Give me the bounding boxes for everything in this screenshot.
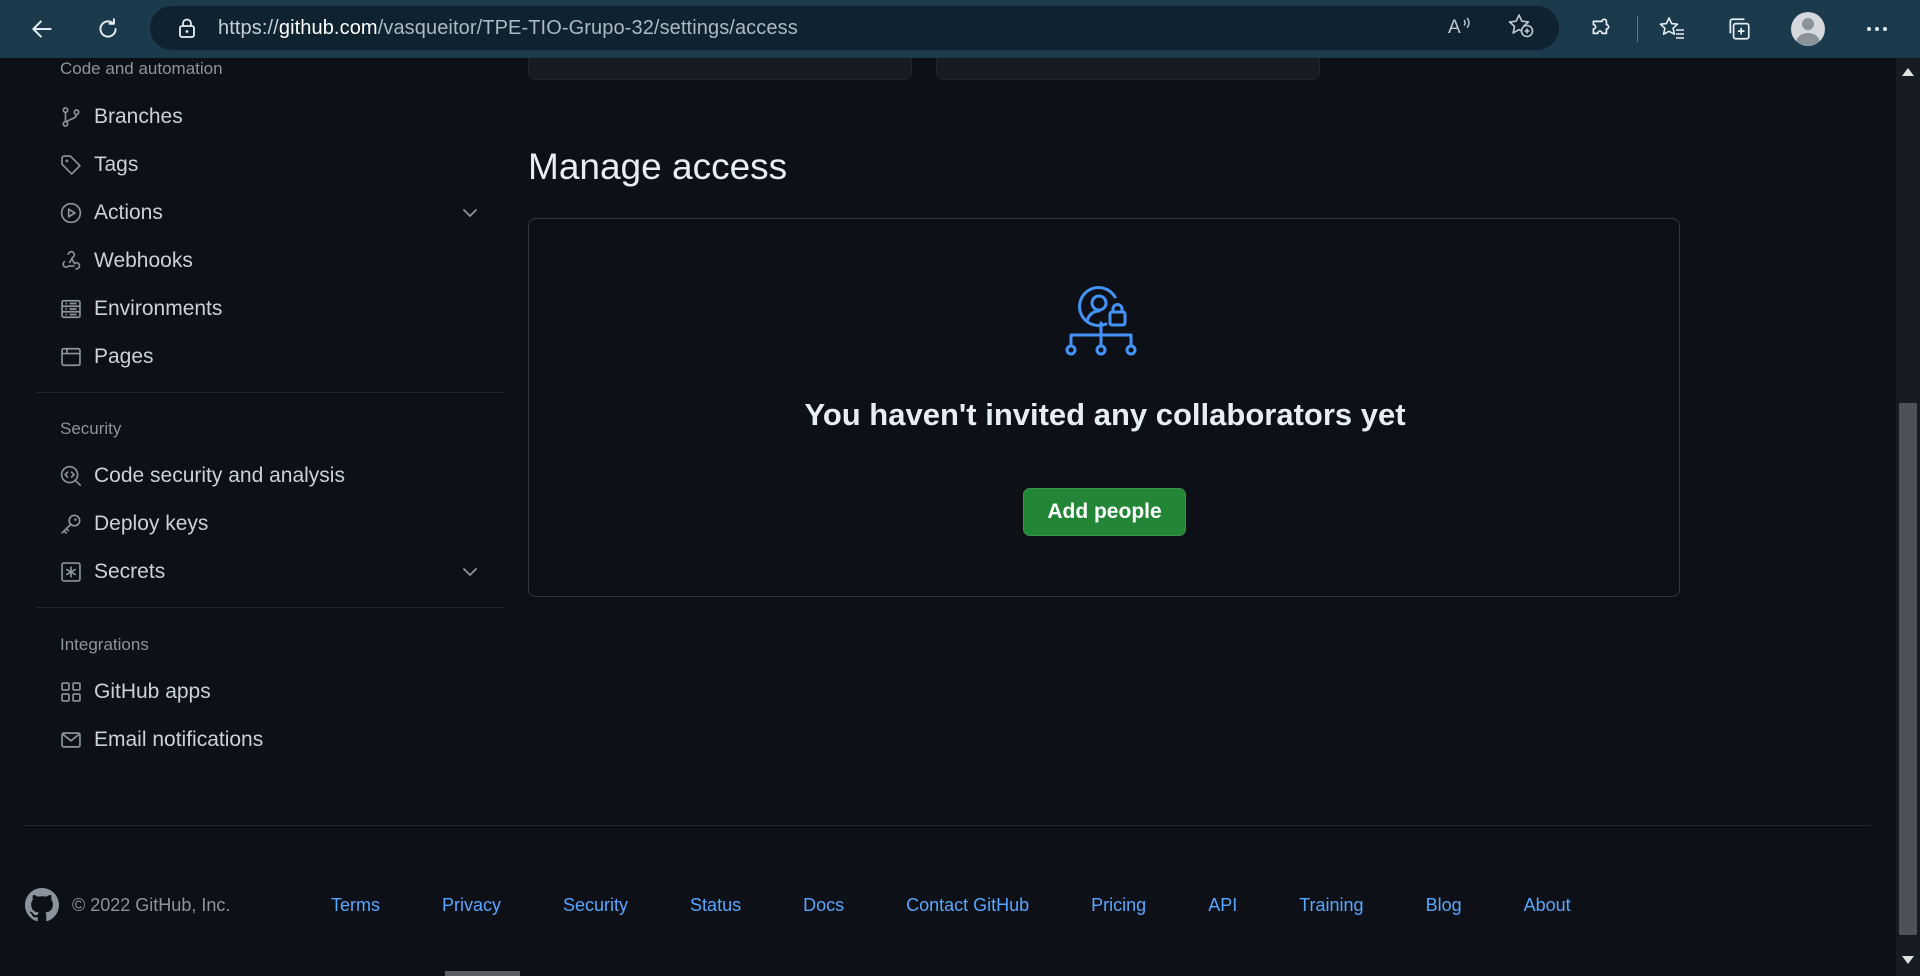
sidebar-item-label: Environments xyxy=(94,297,223,320)
footer-link-pricing[interactable]: Pricing xyxy=(1091,895,1146,916)
sidebar-item-label: Email notifications xyxy=(94,728,264,751)
toolbar-separator xyxy=(1637,16,1638,42)
github-logo-icon[interactable] xyxy=(24,887,60,923)
webhook-icon xyxy=(58,248,84,274)
footer-link-status[interactable]: Status xyxy=(690,895,741,916)
svg-text:A: A xyxy=(1448,17,1461,38)
footer-link-security[interactable]: Security xyxy=(563,895,628,916)
url-text[interactable]: https://github.com/vasqueitor/TPE-TIO-Gr… xyxy=(218,17,798,40)
footer-link-privacy[interactable]: Privacy xyxy=(442,895,501,916)
play-icon xyxy=(58,200,84,226)
horizontal-scrollbar-thumb[interactable] xyxy=(445,971,520,976)
sidebar-item-label: Code security and analysis xyxy=(94,464,345,487)
server-icon xyxy=(58,296,84,322)
sidebar-item-label: Actions xyxy=(94,201,163,224)
sidebar-item-pages[interactable]: Pages xyxy=(58,337,504,377)
chevron-down-icon[interactable] xyxy=(458,201,482,225)
url-path: /vasqueitor/TPE-TIO-Grupo-32/settings/ac… xyxy=(377,16,798,39)
section-title-security: Security xyxy=(60,419,122,438)
add-favorite-icon[interactable] xyxy=(1507,13,1535,44)
sidebar-item-branches[interactable]: Branches xyxy=(58,97,504,137)
scrollbar-thumb[interactable] xyxy=(1899,403,1917,935)
refresh-icon[interactable] xyxy=(88,9,128,49)
footer-link-blog[interactable]: Blog xyxy=(1426,895,1462,916)
back-arrow-icon[interactable] xyxy=(22,9,62,49)
sidebar-item-label: Branches xyxy=(94,105,183,128)
footer-link-contact[interactable]: Contact GitHub xyxy=(906,895,1029,916)
footer-link-training[interactable]: Training xyxy=(1299,895,1363,916)
sidebar-divider xyxy=(36,392,504,393)
empty-state-message: You haven't invited any collaborators ye… xyxy=(804,397,1406,432)
add-people-button[interactable]: Add people xyxy=(1023,488,1186,536)
footer-links: Terms Privacy Security Status Docs Conta… xyxy=(331,882,1571,928)
sidebar-item-label: Pages xyxy=(94,345,154,368)
copyright-text: © 2022 GitHub, Inc. xyxy=(72,894,231,915)
url-scheme: https:// xyxy=(218,16,279,39)
address-bar[interactable]: https://github.com/vasqueitor/TPE-TIO-Gr… xyxy=(150,6,1559,50)
page-title: Manage access xyxy=(528,146,788,187)
footer: © 2022 GitHub, Inc. Terms Privacy Securi… xyxy=(24,882,1824,928)
sidebar-item-label: Secrets xyxy=(94,560,166,583)
extensions-icon[interactable] xyxy=(1581,9,1621,49)
footer-link-docs[interactable]: Docs xyxy=(803,895,844,916)
sidebar-item-tags[interactable]: Tags xyxy=(58,145,504,185)
profile-avatar[interactable] xyxy=(1788,9,1828,49)
sidebar-item-actions[interactable]: Actions xyxy=(58,193,504,233)
footer-link-api[interactable]: API xyxy=(1208,895,1237,916)
mail-icon xyxy=(58,727,84,753)
git-branch-icon xyxy=(58,104,84,130)
collections-icon[interactable] xyxy=(1719,9,1759,49)
sidebar-item-label: Deploy keys xyxy=(94,512,209,535)
section-title-code-automation: Code and automation xyxy=(60,59,223,78)
access-lock-icon xyxy=(1063,283,1147,365)
sidebar-item-code-security[interactable]: Code security and analysis xyxy=(58,456,504,496)
scroll-down-arrow-icon[interactable] xyxy=(1902,956,1914,964)
asterisk-icon xyxy=(58,559,84,585)
sidebar-divider xyxy=(36,607,504,608)
footer-link-about[interactable]: About xyxy=(1524,895,1571,916)
codescan-icon xyxy=(58,463,84,489)
visibility-card xyxy=(936,58,1320,80)
vertical-scrollbar[interactable] xyxy=(1896,58,1920,976)
browser-toolbar: https://github.com/vasqueitor/TPE-TIO-Gr… xyxy=(0,0,1920,58)
chevron-down-icon[interactable] xyxy=(458,560,482,584)
sidebar-item-email-notifications[interactable]: Email notifications xyxy=(58,720,504,760)
favorites-icon[interactable] xyxy=(1652,9,1692,49)
browser-icon xyxy=(58,344,84,370)
section-title-integrations: Integrations xyxy=(60,635,149,654)
avatar xyxy=(1791,12,1825,46)
sidebar-item-label: Tags xyxy=(94,153,139,176)
more-options-icon[interactable] xyxy=(1857,9,1897,49)
footer-link-terms[interactable]: Terms xyxy=(331,895,380,916)
scroll-up-arrow-icon[interactable] xyxy=(1902,68,1914,76)
visibility-card xyxy=(528,58,912,80)
read-aloud-icon[interactable]: A xyxy=(1447,14,1473,43)
sidebar-item-deploy-keys[interactable]: Deploy keys xyxy=(58,504,504,544)
sidebar-item-webhooks[interactable]: Webhooks xyxy=(58,241,504,281)
sidebar-item-label: Webhooks xyxy=(94,249,193,272)
key-icon xyxy=(58,511,84,537)
sidebar-item-secrets[interactable]: Secrets xyxy=(58,552,504,592)
collaborators-panel: You haven't invited any collaborators ye… xyxy=(528,218,1680,597)
sidebar-item-label: GitHub apps xyxy=(94,680,211,703)
footer-divider xyxy=(24,825,1871,826)
tag-icon xyxy=(58,152,84,178)
sidebar-item-environments[interactable]: Environments xyxy=(58,289,504,329)
apps-icon xyxy=(58,679,84,705)
sidebar-item-github-apps[interactable]: GitHub apps xyxy=(58,672,504,712)
url-host: github.com xyxy=(278,16,378,39)
lock-icon[interactable] xyxy=(176,17,198,39)
